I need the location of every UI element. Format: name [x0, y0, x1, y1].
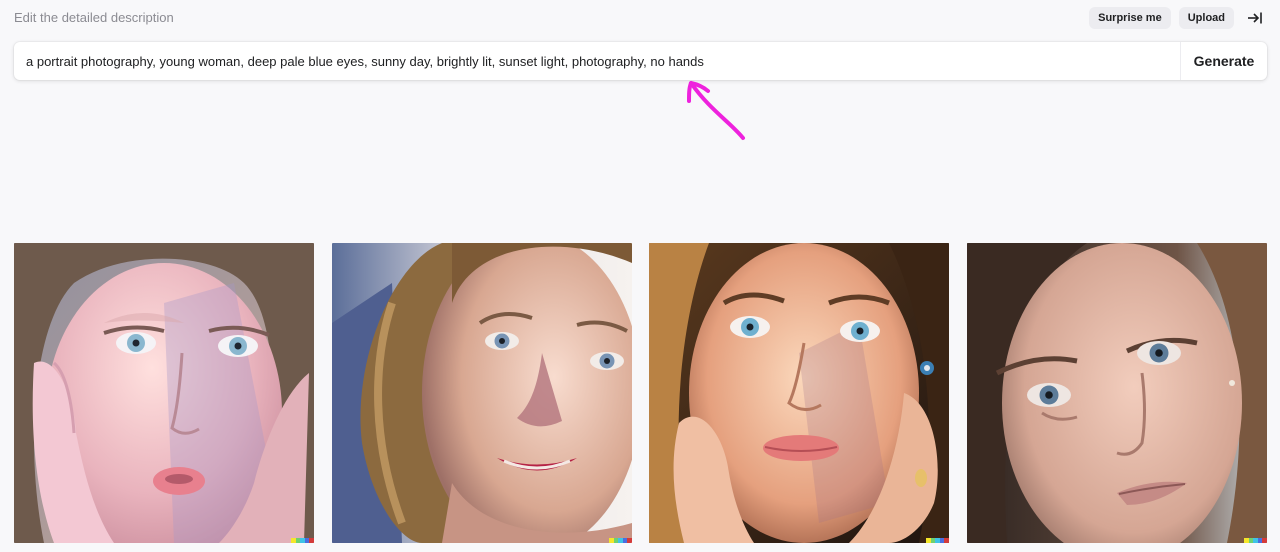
arrow-right-to-bar-icon[interactable] [1244, 7, 1266, 29]
portrait-image [649, 243, 949, 543]
image-signature-badge [1244, 538, 1267, 543]
portrait-image [14, 243, 314, 543]
result-image-4[interactable] [967, 243, 1267, 543]
surprise-me-button[interactable]: Surprise me [1089, 7, 1171, 29]
portrait-image [967, 243, 1267, 543]
generate-button[interactable]: Generate [1180, 42, 1267, 80]
result-image-2[interactable] [332, 243, 632, 543]
prompt-bar: a portrait photography, young woman, dee… [14, 42, 1267, 80]
results-grid [14, 243, 1267, 543]
result-image-1[interactable] [14, 243, 314, 543]
result-image-3[interactable] [649, 243, 949, 543]
portrait-image [332, 243, 632, 543]
prompt-hint: Edit the detailed description [14, 10, 174, 25]
hand-drawn-arrow-icon [687, 81, 745, 140]
image-signature-badge [609, 538, 632, 543]
top-bar: Edit the detailed description Surprise m… [0, 0, 1280, 36]
upload-button[interactable]: Upload [1178, 7, 1234, 29]
top-actions: Surprise me Upload [1089, 7, 1266, 29]
image-signature-badge [291, 538, 314, 543]
prompt-input[interactable]: a portrait photography, young woman, dee… [14, 42, 1180, 80]
image-signature-badge [926, 538, 949, 543]
